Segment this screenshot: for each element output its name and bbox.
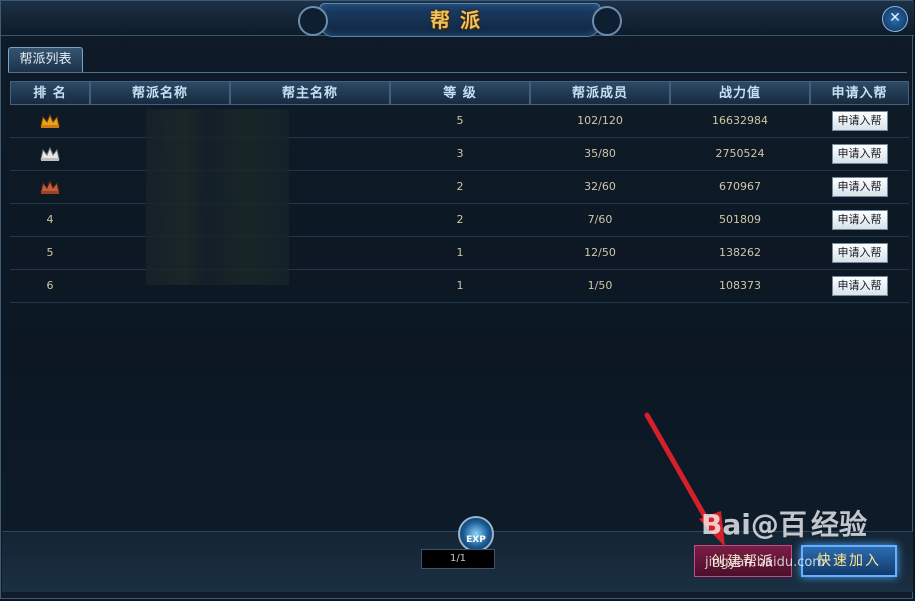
baidu-watermark: Bai@百 经验 jingyan.baidu.com: [701, 503, 911, 583]
rank-cell: [10, 171, 90, 202]
bronze-crown-icon: [40, 180, 60, 194]
power-cell: 108373: [719, 279, 761, 292]
guild-window: 帮派 ✕ 帮派列表 排 名 帮派名称 帮主名称 等 级 帮派成员 战力值 申请入…: [0, 0, 914, 599]
table-row: 5 1 12/50 138262 申请入帮: [10, 237, 909, 270]
header-power: 战力值: [670, 81, 810, 105]
page-indicator: 1/1: [421, 549, 495, 569]
guild-table: 排 名 帮派名称 帮主名称 等 级 帮派成员 战力值 申请入帮 5 102/12…: [10, 81, 909, 303]
redacted-names-blur: [146, 109, 289, 285]
level-cell: 3: [456, 147, 464, 160]
rank-cell: [10, 105, 90, 136]
table-row: 4 2 7/60 501809 申请入帮: [10, 204, 909, 237]
power-cell: 16632984: [712, 114, 768, 127]
power-cell: 670967: [719, 180, 761, 193]
level-cell: 2: [456, 180, 464, 193]
exp-orb-icon: EXP: [458, 516, 494, 552]
level-cell: 5: [456, 114, 464, 127]
apply-cell: 申请入帮: [810, 105, 909, 136]
header-rank: 排 名: [10, 81, 90, 105]
title-plate: 帮派: [298, 3, 622, 37]
header-guild-name: 帮派名称: [90, 81, 230, 105]
power-cell: 2750524: [715, 147, 765, 160]
table-header: 排 名 帮派名称 帮主名称 等 级 帮派成员 战力值 申请入帮: [10, 81, 909, 105]
apply-join-button[interactable]: 申请入帮: [831, 144, 888, 164]
rank-cell: 5: [46, 246, 54, 259]
silver-crown-icon: [40, 147, 60, 161]
apply-cell: 申请入帮: [810, 138, 909, 169]
level-cell: 1: [456, 246, 464, 259]
apply-join-button[interactable]: 申请入帮: [831, 276, 888, 296]
apply-join-button[interactable]: 申请入帮: [831, 243, 888, 263]
table-row: 2 32/60 670967 申请入帮: [10, 171, 909, 204]
header-members: 帮派成员: [530, 81, 670, 105]
level-cell: 2: [456, 213, 464, 226]
power-cell: 501809: [719, 213, 761, 226]
header-level: 等 级: [390, 81, 530, 105]
header-leader-name: 帮主名称: [230, 81, 390, 105]
apply-cell: 申请入帮: [810, 171, 909, 202]
power-cell: 138262: [719, 246, 761, 259]
window-title: 帮派: [430, 8, 490, 32]
table-row: 6 1 1/50 108373 申请入帮: [10, 270, 909, 303]
header-apply: 申请入帮: [810, 81, 909, 105]
rank-cell: 6: [46, 279, 54, 292]
close-x-icon: ✕: [889, 10, 901, 26]
title-bar: 帮派 ✕: [1, 1, 914, 37]
rank-cell: [10, 138, 90, 169]
members-cell: 32/60: [584, 180, 616, 193]
members-cell: 7/60: [587, 213, 613, 226]
table-row: 5 102/120 16632984 申请入帮: [10, 105, 909, 138]
members-cell: 35/80: [584, 147, 616, 160]
apply-join-button[interactable]: 申请入帮: [831, 210, 888, 230]
apply-join-button[interactable]: 申请入帮: [831, 111, 888, 131]
apply-cell: 申请入帮: [810, 237, 909, 268]
watermark-url: jingyan.baidu.com: [705, 555, 825, 570]
apply-cell: 申请入帮: [810, 204, 909, 235]
ornament-left-icon: [298, 6, 328, 36]
level-cell: 1: [456, 279, 464, 292]
ornament-right-icon: [592, 6, 622, 36]
members-cell: 102/120: [577, 114, 623, 127]
close-button[interactable]: ✕: [882, 6, 908, 32]
watermark-logo: Bai@百: [701, 508, 807, 541]
apply-join-button[interactable]: 申请入帮: [831, 177, 888, 197]
apply-cell: 申请入帮: [810, 270, 909, 301]
tab-divider: [8, 72, 907, 73]
tab-guild-list[interactable]: 帮派列表: [8, 47, 83, 72]
rank-cell: 4: [46, 213, 54, 226]
watermark-brand: 经验: [811, 508, 868, 541]
members-cell: 1/50: [587, 279, 613, 292]
members-cell: 12/50: [584, 246, 616, 259]
gold-crown-icon: [40, 114, 60, 128]
table-row: 3 35/80 2750524 申请入帮: [10, 138, 909, 171]
